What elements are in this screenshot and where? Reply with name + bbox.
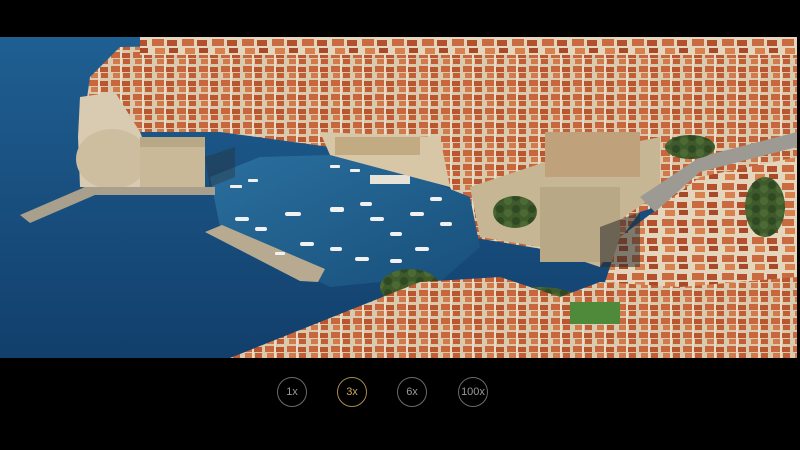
zoom-100x-button[interactable]: 100x (458, 377, 488, 407)
camera-viewfinder[interactable] (0, 37, 797, 358)
zoom-6x-button[interactable]: 6x (397, 377, 427, 407)
zoom-3x-button[interactable]: 3x (337, 377, 367, 407)
camera-screen: 1x 3x 6x 100x (0, 0, 800, 450)
zoom-1x-button[interactable]: 1x (277, 377, 307, 407)
viewfinder-photo (0, 37, 797, 358)
zoom-selector: 1x 3x 6x 100x (0, 377, 800, 409)
